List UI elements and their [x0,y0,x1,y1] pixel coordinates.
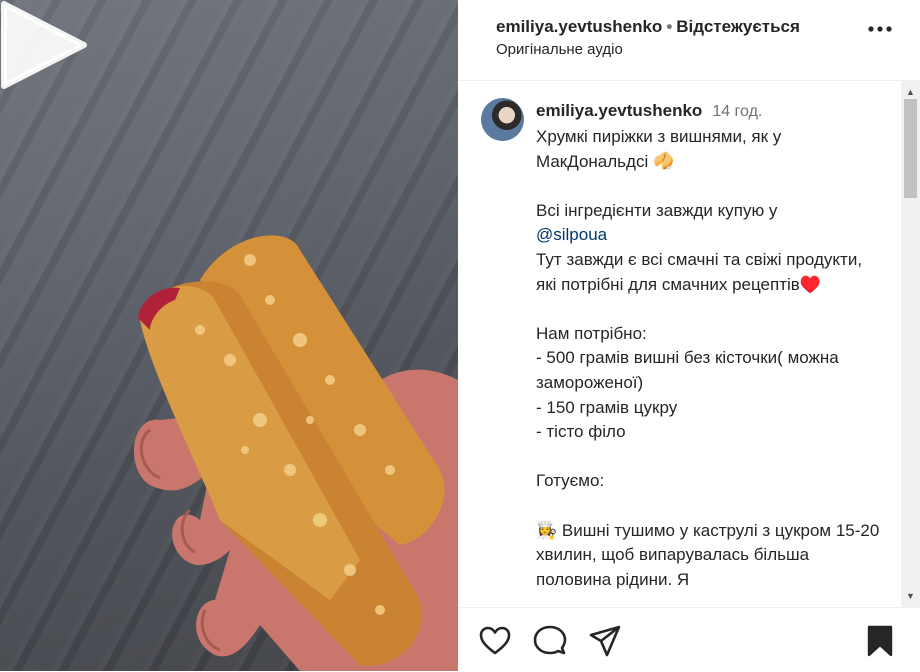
scrollbar-thumb[interactable] [904,99,917,198]
scroll-down-arrow-icon[interactable]: ▼ [906,591,915,601]
following-status-button[interactable]: Відстежується [676,17,800,36]
post-actions-bar [458,607,920,672]
header-user-line: emiliya.yevtushenko • Відстежується [496,17,800,37]
comments-section[interactable]: emiliya.yevtushenko 14 год. Хрумкі пиріжк… [458,81,898,607]
mention-link[interactable]: @silpoua [536,225,607,244]
post-video[interactable] [0,0,458,671]
more-horizontal-icon[interactable] [868,26,892,32]
caption-username-link[interactable]: emiliya.yevtushenko [536,101,702,120]
heart-icon[interactable] [478,624,512,658]
header-separator: • [666,17,673,36]
avatar[interactable] [481,98,524,141]
caption-author-line: emiliya.yevtushenko 14 год. [536,101,762,121]
caption-timestamp[interactable]: 14 год. [712,103,762,120]
scroll-up-arrow-icon[interactable]: ▲ [906,87,915,97]
caption-text-intro: Хрумкі пиріжки з вишнями, як у МакДональ… [536,127,782,220]
caption-text: Хрумкі пиріжки з вишнями, як у МакДональ… [536,125,886,592]
post-header: emiliya.yevtushenko • Відстежується Оригін… [458,0,920,81]
send-icon[interactable] [588,624,622,658]
header-username-link[interactable]: emiliya.yevtushenko [496,17,662,36]
original-audio-link[interactable]: Оригінальне аудіо [496,41,623,58]
post-details-panel: emiliya.yevtushenko • Відстежується Оригін… [458,0,920,671]
play-icon[interactable] [0,0,90,90]
comment-icon[interactable] [533,624,567,658]
caption-text-body: Тут завжди є всі смачні та свіжі продукт… [536,249,880,589]
video-frame-pastry [133,235,458,671]
bookmark-icon[interactable] [863,624,897,658]
comments-scrollbar[interactable]: ▲ ▼ [901,81,920,607]
